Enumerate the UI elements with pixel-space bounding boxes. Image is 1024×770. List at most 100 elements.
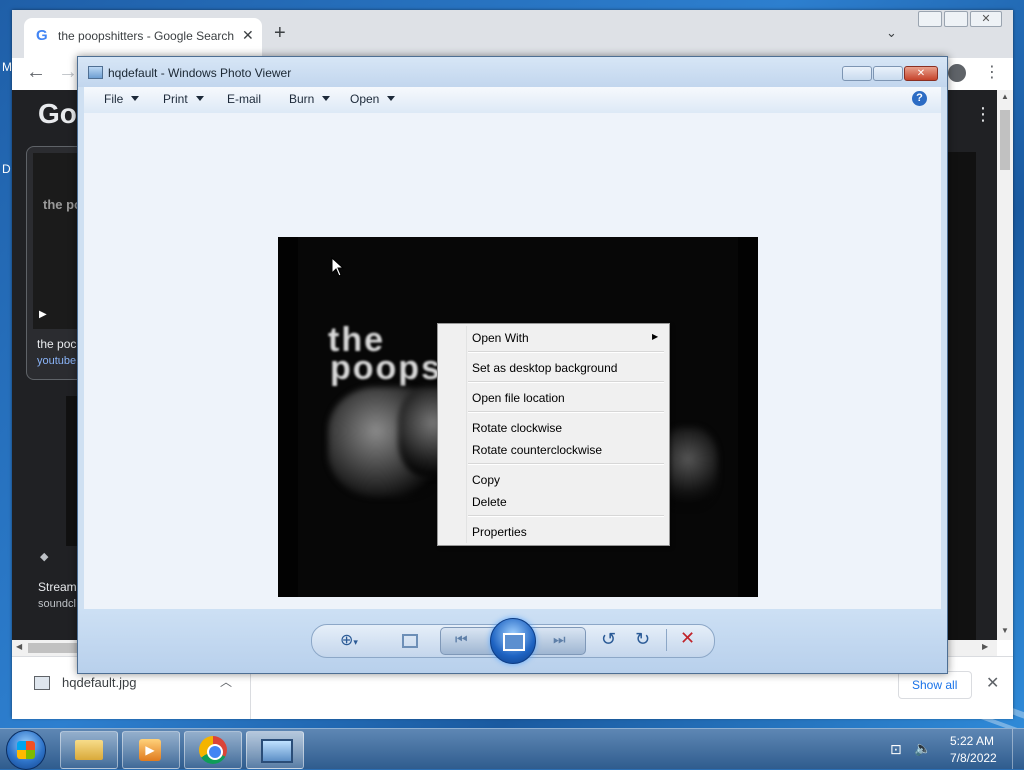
dropdown-caret-icon [322, 96, 331, 101]
forward-arrow-icon[interactable]: → [58, 61, 78, 84]
rotate-clockwise-icon[interactable]: ↻ [635, 629, 650, 650]
taskbar-chrome[interactable] [184, 731, 242, 769]
menu-burn[interactable]: Burn [289, 92, 331, 106]
menu-email-label: E-mail [227, 92, 262, 106]
slideshow-button[interactable] [490, 618, 536, 664]
right-panel [946, 152, 976, 640]
menu-print-label: Print [163, 92, 188, 106]
menu-item-rotate-clockwise[interactable]: Rotate clockwise [472, 421, 562, 435]
folder-icon [75, 740, 103, 760]
mouse-cursor-icon [331, 257, 345, 277]
chrome-window-controls: ✕ [914, 10, 1006, 28]
hscroll-thumb[interactable] [28, 643, 78, 653]
scroll-down-icon[interactable]: ▼ [1001, 626, 1009, 635]
media-player-icon: ▶ [139, 739, 161, 761]
actual-size-icon[interactable] [402, 634, 418, 648]
scroll-right-icon[interactable]: ▶ [982, 642, 988, 651]
download-filename[interactable]: hqdefault.jpg [62, 675, 136, 690]
show-desktop-button[interactable] [1012, 729, 1024, 769]
result-source: youtube [37, 355, 77, 367]
volume-icon[interactable]: 🔈 [914, 740, 931, 757]
menu-separator [468, 351, 664, 353]
image-file-icon [34, 676, 50, 690]
help-icon[interactable]: ? [912, 91, 927, 106]
chrome-tabbar: G the poopshitters - Google Search ✕ + ⌄… [12, 10, 1013, 58]
scroll-thumb[interactable] [1000, 110, 1010, 170]
menu-print[interactable]: Print [163, 92, 204, 106]
photo-viewer-controls: ⊕▾ ⏮ ⏭ ↺ ↻ ✕ [78, 609, 947, 673]
next-icon[interactable]: ⏭ [553, 631, 566, 648]
menu-separator [468, 411, 664, 413]
menu-email[interactable]: E-mail [227, 92, 261, 106]
photo-viewer-app-icon [88, 66, 103, 79]
profile-icon[interactable] [948, 64, 966, 82]
minimize-icon[interactable] [918, 11, 942, 27]
menu-separator [468, 515, 664, 517]
show-all-label: Show all [912, 678, 958, 692]
maximize-icon[interactable] [944, 11, 968, 27]
menu-open-label: Open [350, 92, 380, 106]
taskbar: ▶ ⊡ 🔈 5:22 AM 7/8/2022 [0, 728, 1024, 770]
desktop-label-d: D [2, 162, 11, 176]
result-source-2: soundcl [38, 598, 76, 610]
previous-icon[interactable]: ⏮ [455, 631, 468, 648]
menu-burn-label: Burn [289, 92, 315, 106]
photo-viewer-titlebar[interactable]: hqdefault - Windows Photo Viewer ✕ [78, 57, 947, 87]
slideshow-icon [503, 633, 525, 651]
network-icon[interactable]: ⊡ [890, 741, 902, 758]
tab-title: the poopshitters - Google Search [58, 29, 235, 43]
clock-time[interactable]: 5:22 AM [950, 734, 994, 748]
minimize-icon[interactable] [842, 66, 872, 81]
menu-item-delete[interactable]: Delete [472, 495, 507, 509]
context-menu-gutter [466, 326, 467, 543]
close-download-bar-icon[interactable]: ✕ [986, 673, 999, 693]
menu-open[interactable]: Open [350, 92, 396, 106]
scroll-up-icon[interactable]: ▲ [1001, 92, 1009, 101]
dropdown-caret-icon [195, 96, 204, 101]
windows-logo-icon [17, 741, 35, 759]
taskbar-media-player[interactable]: ▶ [122, 731, 180, 769]
menu-file[interactable]: File [104, 92, 140, 106]
result-title[interactable]: the poc [37, 337, 76, 351]
photo-viewer-menubar: File Print E-mail Burn Open ? [84, 87, 941, 114]
tab-close-icon[interactable]: ✕ [242, 27, 254, 44]
photo-viewer-icon [261, 739, 293, 763]
close-icon[interactable]: ✕ [970, 11, 1002, 27]
zoom-icon[interactable]: ⊕▾ [340, 630, 358, 650]
close-icon[interactable]: ✕ [904, 66, 938, 81]
menu-item-copy[interactable]: Copy [472, 473, 500, 487]
menu-item-rotate-counterclockwise[interactable]: Rotate counterclockwise [472, 443, 602, 457]
menu-item-open-file-location[interactable]: Open file location [472, 391, 565, 405]
menu-item-set-desktop-background[interactable]: Set as desktop background [472, 361, 617, 375]
dropdown-caret-icon [131, 96, 140, 101]
back-arrow-icon[interactable]: ← [26, 61, 46, 84]
result-title-2[interactable]: Stream [38, 580, 77, 594]
show-all-button[interactable]: Show all [898, 671, 972, 699]
context-menu: Open With ▶ Set as desktop background Op… [437, 323, 670, 546]
download-chevron-icon[interactable]: ︿ [220, 673, 232, 690]
chrome-icon-center [207, 744, 223, 760]
menu-file-label: File [104, 92, 124, 106]
menu-item-open-with[interactable]: Open With [472, 331, 529, 345]
rotate-counterclockwise-icon[interactable]: ↺ [601, 629, 616, 650]
taskbar-explorer[interactable] [60, 731, 118, 769]
dropdown-caret-icon [387, 96, 396, 101]
vertical-scrollbar[interactable]: ▲ ▼ [997, 90, 1013, 640]
google-logo: Go [38, 98, 77, 129]
delete-icon[interactable]: ✕ [680, 628, 695, 649]
submenu-arrow-icon: ▶ [652, 332, 659, 341]
menu-item-properties[interactable]: Properties [472, 525, 527, 539]
start-button[interactable] [6, 730, 46, 770]
tab-search-chevron-icon[interactable]: ⌄ [886, 25, 897, 41]
tag-icon: ◆ [40, 551, 49, 563]
browser-tab[interactable]: G the poopshitters - Google Search ✕ [24, 18, 262, 58]
controls-divider [666, 629, 667, 651]
clock-date[interactable]: 7/8/2022 [950, 751, 997, 765]
play-icon: ▶ [39, 309, 47, 320]
new-tab-icon[interactable]: + [274, 23, 286, 43]
taskbar-photo-viewer[interactable] [246, 731, 304, 769]
scroll-left-icon[interactable]: ◀ [16, 642, 22, 651]
menu-dots-icon[interactable]: ⋮ [984, 62, 1000, 82]
menu-separator [468, 463, 664, 465]
maximize-icon[interactable] [873, 66, 903, 81]
